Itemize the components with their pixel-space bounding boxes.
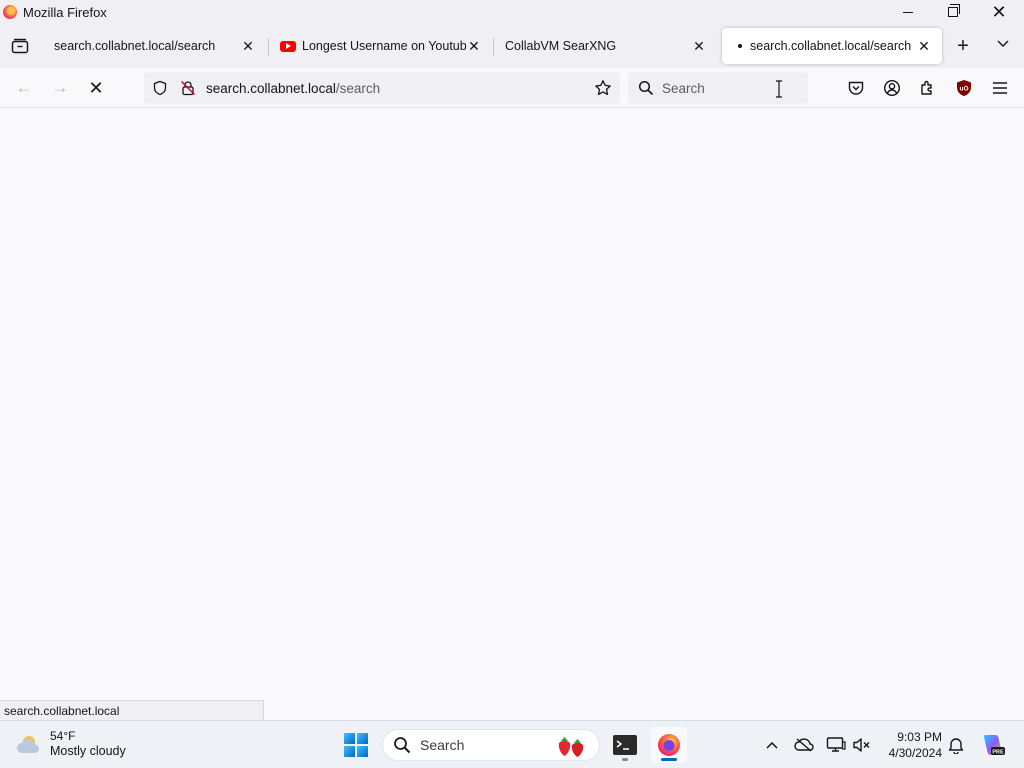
page-content[interactable] (0, 108, 1024, 720)
plus-icon: + (957, 35, 969, 57)
url-bar[interactable]: search.collabnet.local/search (144, 72, 620, 104)
arrow-right-icon: → (51, 78, 69, 97)
firefox-taskbar-button[interactable] (651, 727, 687, 763)
tracking-protection-shield-icon[interactable] (152, 80, 168, 96)
close-icon: ✕ (991, 2, 1007, 22)
tab-close-icon[interactable]: ✕ (466, 38, 482, 54)
running-indicator (622, 758, 628, 761)
network-monitor-icon (826, 737, 846, 752)
ublock-shield-icon: uO (957, 80, 971, 96)
restore-icon (948, 4, 960, 17)
taskbar-search-label: Search (420, 737, 465, 753)
firefox-view-button[interactable] (6, 34, 34, 58)
url-host: search.collabnet.local (206, 80, 336, 96)
windows-logo-icon (357, 746, 368, 757)
restore-button[interactable] (930, 0, 976, 24)
search-icon (394, 737, 411, 754)
tab-separator (268, 38, 269, 56)
cloud-sun-icon (17, 736, 39, 753)
network-button[interactable] (824, 733, 848, 757)
new-tab-button[interactable]: + (950, 36, 976, 58)
ublock-origin-button[interactable]: uO (952, 76, 976, 100)
weather-temperature: 54°F (50, 729, 76, 743)
onedrive-button[interactable] (792, 733, 816, 757)
tab-separator (493, 38, 494, 56)
youtube-icon (280, 40, 296, 52)
list-all-tabs-button[interactable] (990, 36, 1016, 58)
window-title: Mozilla Firefox (23, 4, 107, 20)
bell-icon (948, 738, 964, 754)
url-text[interactable]: search.collabnet.local/search (206, 81, 380, 96)
title-bar: Mozilla Firefox ✕ (0, 0, 1024, 24)
forward-button[interactable]: → (47, 76, 73, 100)
firefox-view-icon (11, 38, 29, 54)
copilot-icon[interactable]: PRE (980, 733, 1006, 757)
volume-button[interactable] (850, 733, 874, 757)
pocket-button[interactable] (844, 76, 868, 100)
svg-text:PRE: PRE (992, 749, 1004, 755)
tab-close-icon[interactable]: ✕ (916, 38, 932, 54)
firefox-logo-icon (3, 5, 17, 19)
status-panel: search.collabnet.local (0, 700, 264, 720)
account-icon (883, 79, 901, 97)
account-button[interactable] (880, 76, 904, 100)
tab-label: CollabVM SearXNG (505, 39, 617, 53)
active-indicator (661, 758, 677, 761)
tab-search-collabnet-1[interactable]: search.collabnet.local/search ✕ (44, 28, 266, 64)
tab-search-collabnet-active[interactable]: search.collabnet.local/search ✕ (722, 28, 942, 64)
terminal-icon (613, 735, 637, 755)
strawberries-icon (558, 737, 584, 757)
weather-condition: Mostly cloudy (50, 744, 126, 758)
search-placeholder: Search (662, 80, 705, 96)
windows-taskbar: 54°F Mostly cloudy Search 9:03 PM 4/30/2… (0, 720, 1024, 768)
loading-dot-icon (738, 44, 742, 48)
bookmark-star-icon[interactable] (594, 79, 612, 97)
weather-widget[interactable]: 54°F Mostly cloudy (16, 729, 126, 759)
puzzle-piece-icon (921, 80, 932, 95)
stop-icon: ✕ (88, 77, 104, 98)
hamburger-menu-icon (993, 82, 1007, 94)
windows-logo-icon (357, 733, 368, 744)
start-button[interactable] (344, 733, 368, 757)
tab-label: search.collabnet.local/search (54, 39, 216, 53)
chevron-down-icon (997, 40, 1009, 47)
insecure-lock-icon[interactable] (180, 80, 196, 96)
search-icon (638, 80, 654, 96)
minimize-icon (903, 11, 913, 13)
windows-logo-icon (344, 733, 355, 744)
tab-close-icon[interactable]: ✕ (691, 38, 707, 54)
extensions-button[interactable] (916, 76, 940, 100)
windows-logo-icon (344, 746, 355, 757)
tab-close-icon[interactable]: ✕ (240, 38, 256, 54)
terminal-taskbar-button[interactable] (607, 727, 643, 763)
app-menu-button[interactable] (988, 76, 1012, 100)
notifications-button[interactable] (944, 733, 968, 757)
tab-strip: search.collabnet.local/search ✕ Longest … (0, 24, 1024, 68)
volume-muted-icon (853, 738, 870, 752)
tab-label: search.collabnet.local/search (750, 39, 912, 53)
tab-collabvm-searxng[interactable]: CollabVM SearXNG ✕ (495, 28, 717, 64)
tab-label: Longest Username on Youtube (302, 39, 466, 53)
firefox-icon (658, 734, 680, 756)
text-cursor-icon (776, 80, 782, 98)
clock-date: 4/30/2024 (888, 746, 942, 760)
back-button[interactable]: ← (11, 76, 37, 100)
chevron-up-icon (766, 741, 778, 749)
url-path: /search (335, 80, 381, 96)
arrow-left-icon: ← (15, 78, 33, 97)
clock-time: 9:03 PM (897, 730, 942, 744)
close-window-button[interactable]: ✕ (976, 0, 1022, 24)
navigation-toolbar: ← → ✕ search.collabnet.local/search Sear… (0, 68, 1024, 108)
cloud-offline-icon (794, 738, 814, 752)
stop-loading-button[interactable]: ✕ (83, 76, 109, 100)
system-clock[interactable]: 9:03 PM 4/30/2024 (880, 729, 942, 761)
minimize-button[interactable] (885, 0, 931, 24)
tab-youtube[interactable]: Longest Username on Youtube ✕ (270, 28, 492, 64)
pocket-icon (848, 81, 864, 95)
svg-text:uO: uO (959, 86, 968, 93)
show-hidden-icons-button[interactable] (760, 733, 784, 757)
taskbar-search-box[interactable]: Search (382, 729, 600, 761)
